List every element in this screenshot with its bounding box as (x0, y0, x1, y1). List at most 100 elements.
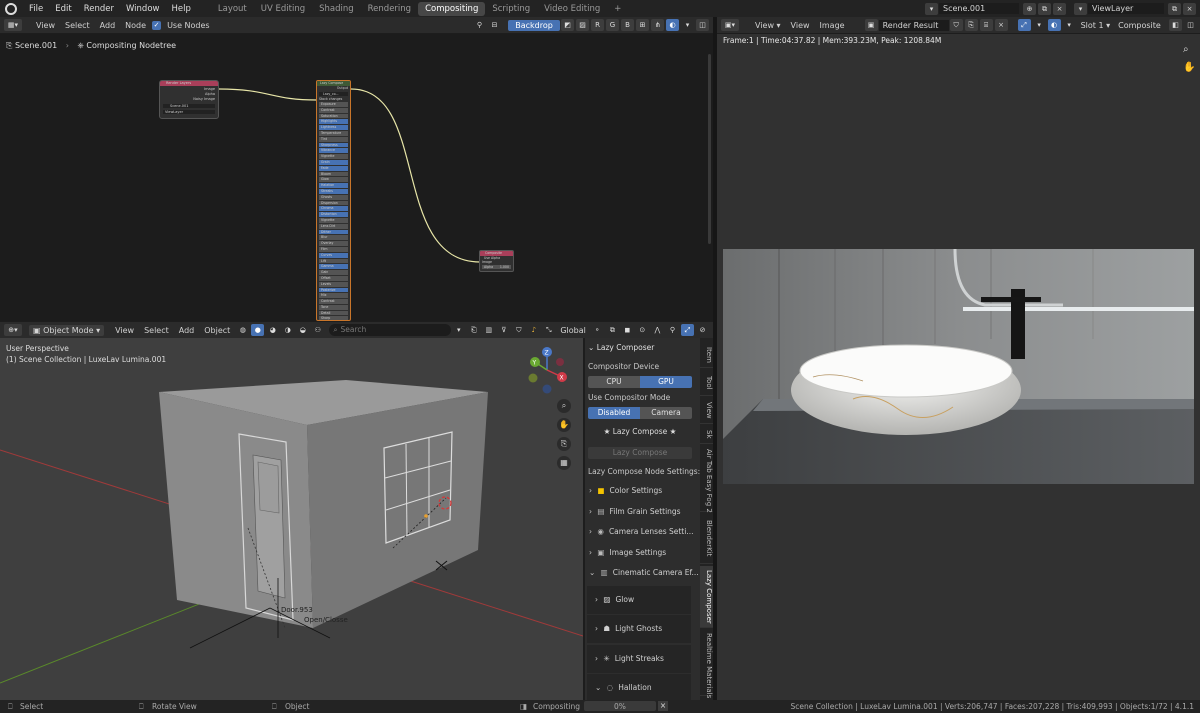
view-options-icon[interactable]: ⚇ (311, 324, 324, 336)
image-menu-view[interactable]: View (786, 21, 815, 30)
image-sidebar-icon[interactable]: ◫ (1184, 19, 1197, 31)
fake-user-shield-icon[interactable]: ⛉ (949, 19, 963, 31)
channel-g-button[interactable]: G (606, 19, 619, 31)
image-gizmo-dropdown-icon[interactable]: ▾ (1033, 19, 1046, 31)
tab-video-editing[interactable]: Video Editing (537, 2, 607, 16)
copy-viewlayer-icon[interactable]: ⧉ (1168, 2, 1181, 15)
lazy-compose-node[interactable]: Lazy Compose Output Lazy_co... Stock cha… (316, 80, 351, 321)
menu-render[interactable]: Render (78, 4, 120, 14)
pan-hand-icon[interactable]: ✋ (557, 418, 571, 432)
sidebar-tab-sk[interactable]: Sk (700, 426, 713, 444)
node-menu-add[interactable]: Add (95, 21, 121, 30)
image-browse-icon[interactable]: ▣ (864, 19, 878, 31)
panel-item-camera-lenses[interactable]: › ◉ Camera Lenses Setti... (589, 524, 696, 539)
lazy-compose-row[interactable]: Detail (319, 310, 348, 316)
backdrop-fit-icon[interactable]: ⊞ (636, 19, 649, 31)
backdrop-button[interactable]: Backdrop (508, 19, 560, 31)
lazy-compose-row[interactable]: Ghosts (319, 194, 348, 200)
use-nodes-checkbox[interactable]: ✓ (152, 20, 162, 30)
overlay-icon[interactable]: ◐ (666, 19, 679, 31)
tab-compositing[interactable]: Compositing (418, 1, 486, 16)
camera-mode-button[interactable]: Camera (640, 407, 692, 419)
lazy-compose-sub[interactable]: Lazy_co... (319, 92, 348, 96)
material-shading-icon[interactable]: ◕ (266, 324, 279, 336)
panel-item-image-settings[interactable]: › ▣ Image Settings (589, 545, 696, 560)
lazy-compose-row[interactable]: Gamma (319, 264, 348, 270)
panel-item-film-grain[interactable]: › ▤ Film Grain Settings (589, 504, 696, 519)
lazy-compose-row[interactable]: Contrast (319, 299, 348, 304)
viewport-menu-view[interactable]: View (110, 326, 139, 335)
viewport-menu-object[interactable]: Object (199, 326, 235, 335)
lazy-compose-row[interactable]: Lift (319, 258, 348, 264)
slot-dropdown[interactable]: Slot 1 ▾ (1077, 21, 1115, 30)
rendered-shading-icon[interactable]: ◑ (281, 324, 294, 336)
viewport-menu-add[interactable]: Add (174, 326, 200, 335)
image-menu-view-dropdown[interactable]: View ▾ (750, 21, 786, 30)
image-editor-type-icon[interactable]: ▣▾ (721, 19, 739, 31)
lazy-compose-row[interactable]: Sharp (319, 316, 348, 320)
lazy-compose-row[interactable]: Curves (319, 252, 348, 258)
menu-help[interactable]: Help (165, 4, 196, 14)
viewport-search-field[interactable]: ⌕ Search (329, 324, 452, 336)
scene-icon[interactable]: ▾ (925, 2, 938, 15)
lazy-compose-row[interactable]: Posterize (319, 287, 348, 293)
menu-window[interactable]: Window (120, 4, 166, 14)
sidebar-tab-view[interactable]: View (700, 398, 713, 424)
tab-layout[interactable]: Layout (211, 2, 254, 16)
lazy-compose-row[interactable]: Fade (319, 165, 348, 171)
lazy-compose-row[interactable]: Exposure (319, 102, 348, 107)
proportional-editing-icon[interactable]: ⊙ (636, 324, 649, 336)
panel-item-cinematic-camera[interactable]: ⌄ ▥ Cinematic Camera Ef... (589, 565, 699, 580)
panel-header[interactable]: ⌄ Lazy Composer (588, 343, 654, 352)
viewport-editor-type-icon[interactable]: ⊕▾ (4, 324, 22, 336)
solid-shading-icon[interactable]: ● (251, 324, 265, 336)
bell-icon[interactable]: ♪ (527, 324, 540, 336)
image-gizmo-icon[interactable]: ⤢ (1017, 19, 1031, 31)
lazy-compose-row[interactable]: Vignette (319, 217, 348, 223)
lazy-compose-row[interactable]: Tint (319, 136, 348, 142)
shield-icon[interactable]: ⛉ (512, 324, 525, 336)
lazy-compose-row[interactable]: Tone (319, 304, 348, 310)
shading-options-icon[interactable]: ◒ (296, 324, 309, 336)
falloff-icon[interactable]: ⋀ (651, 324, 664, 336)
close-viewlayer-icon[interactable]: × (1183, 2, 1196, 15)
lazy-compose-row[interactable]: Dither (319, 229, 348, 235)
composite-node[interactable]: Composite Use Alpha Image Alpha 1.000 (479, 250, 514, 272)
lazy-compose-row[interactable]: Halation (319, 183, 348, 188)
editor-type-icon[interactable]: ▦▾ (4, 19, 22, 31)
image-zoom-icon[interactable]: ⌕ (1183, 44, 1189, 55)
cancel-job-button[interactable]: × (658, 701, 668, 711)
wireframe-shading-icon[interactable]: ◍ (236, 324, 249, 336)
render-layers-scene[interactable]: Scene.001 (163, 104, 215, 108)
viewport-menu-select[interactable]: Select (139, 326, 174, 335)
lazy-compose-row[interactable]: Lightness (319, 125, 348, 130)
lazy-compose-row[interactable]: Vignette (319, 154, 348, 159)
sidebar-tab-tool[interactable]: Tool (700, 370, 713, 396)
sidebar-toggle-icon[interactable]: ◫ (696, 19, 709, 31)
gpu-button[interactable]: GPU (640, 376, 692, 388)
subpanel-light-streaks[interactable]: › ✳ Light Streaks (587, 644, 691, 673)
camera-view-icon[interactable]: ⎘ (557, 437, 571, 451)
3d-viewport[interactable]: User Perspective (1) Scene Collection | … (0, 338, 583, 700)
lazy-compose-row[interactable]: Highlights (319, 119, 348, 125)
viewlayer-icon[interactable]: ▾ (1074, 2, 1087, 15)
lazy-compose-row[interactable]: Film (319, 246, 348, 252)
sidebar-tab-air-tab-easy-fog-2[interactable]: Air Tab Easy Fog 2 (700, 446, 713, 513)
ortho-grid-icon[interactable]: ▦ (557, 456, 571, 470)
node-editor-scrollbar[interactable] (708, 54, 711, 244)
overlays-icon[interactable]: ⊘ (696, 324, 709, 336)
sidebar-tab-item[interactable]: Item (700, 342, 713, 368)
backdrop-alpha-icon[interactable]: ▨ (576, 19, 589, 31)
lazy-compose-row[interactable]: Offset (319, 275, 348, 281)
open-image-icon[interactable]: ⌸ (979, 19, 993, 31)
lazy-compose-row[interactable]: Temperature (319, 130, 348, 136)
menu-edit[interactable]: Edit (49, 4, 77, 14)
lazy-compose-row[interactable]: Grain (319, 159, 348, 165)
tab-uv-editing[interactable]: UV Editing (254, 2, 312, 16)
sidebar-tab-blenderkit[interactable]: BlenderKit (700, 514, 713, 564)
node-menu-view[interactable]: View (31, 21, 60, 30)
snap-icon[interactable]: ⋔ (651, 19, 664, 31)
lazy-compose-row[interactable]: Chroma (319, 206, 348, 212)
subpanel-glow[interactable]: › ▨ Glow (587, 586, 691, 614)
menu-file[interactable]: File (23, 4, 49, 14)
